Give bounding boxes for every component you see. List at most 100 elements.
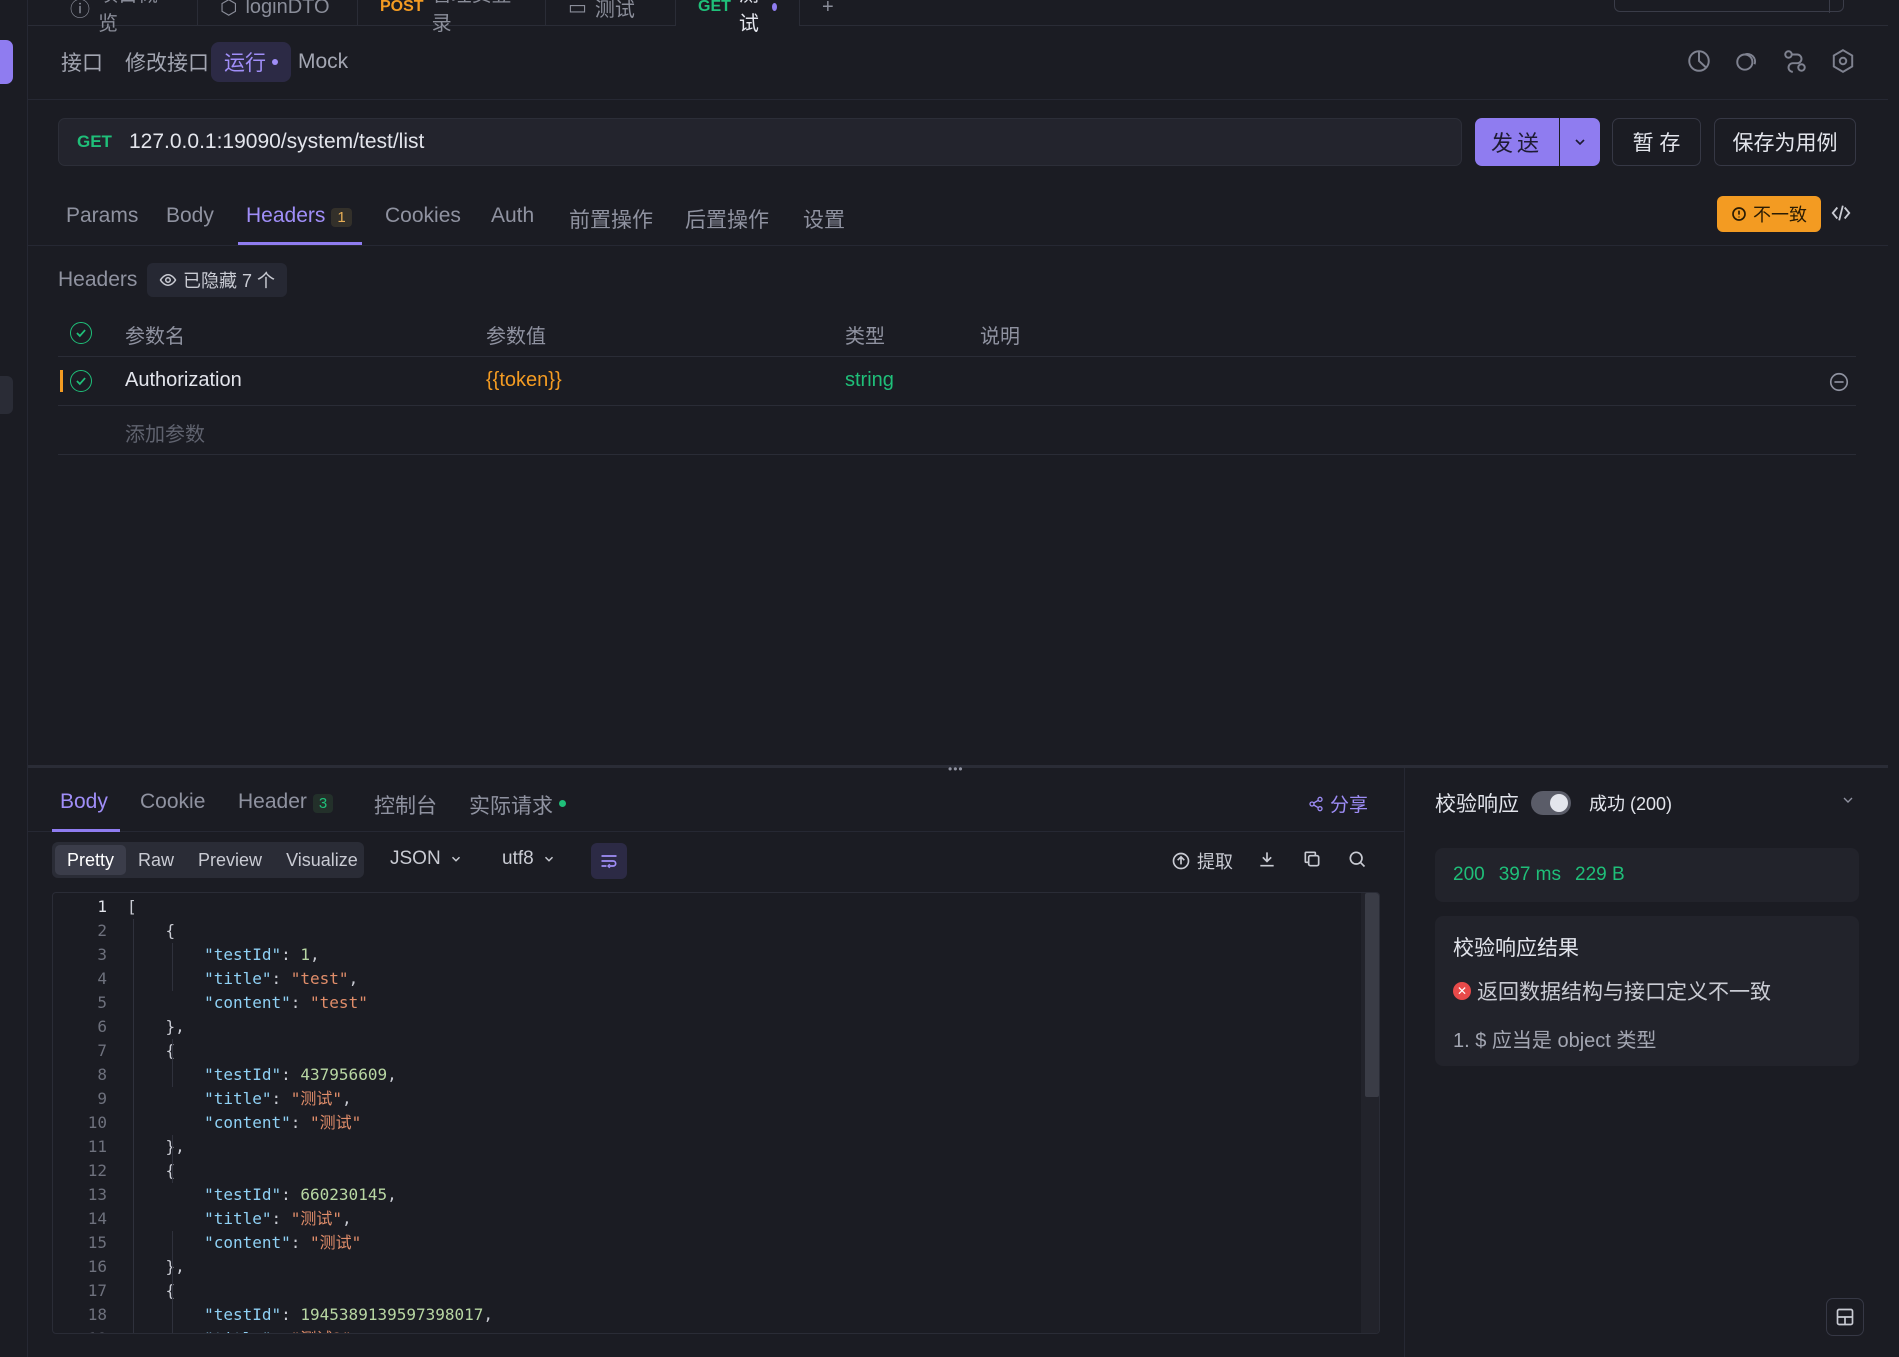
indent-guide xyxy=(172,943,173,991)
unsaved-dot xyxy=(272,59,278,65)
method-label[interactable]: GET xyxy=(77,132,129,152)
code-line: "title": "test", xyxy=(204,969,359,988)
doc-tab-admin-login[interactable]: POST管理员登录 xyxy=(358,0,546,35)
code-line: "testId": 437956609, xyxy=(204,1065,397,1084)
link-icon[interactable] xyxy=(1782,48,1810,76)
code-line: { xyxy=(127,1161,176,1180)
doc-tab-test-get[interactable]: GET测试 xyxy=(676,0,800,35)
tab-mock[interactable]: Mock xyxy=(285,42,361,82)
tab-params[interactable]: Params xyxy=(66,204,138,228)
line-number: 2 xyxy=(97,921,107,940)
sidebar-handle[interactable] xyxy=(0,376,13,414)
plus-icon: + xyxy=(822,0,834,18)
code-line: "testId": 660230145, xyxy=(204,1185,397,1204)
layout-icon xyxy=(1836,1308,1854,1326)
view-raw[interactable]: Raw xyxy=(126,845,186,875)
line-number: 19 xyxy=(53,1327,123,1333)
code-line: "title": "测试2", xyxy=(127,1327,1347,1333)
extract-button[interactable]: 提取 xyxy=(1171,848,1233,874)
share-button[interactable]: 分享 xyxy=(1308,790,1368,817)
search-icon[interactable] xyxy=(1347,849,1369,871)
line-number: 5 xyxy=(97,993,107,1012)
pie-chart-icon[interactable] xyxy=(1686,48,1714,76)
column-header-type: 类型 xyxy=(845,326,885,348)
view-preview[interactable]: Preview xyxy=(186,845,274,875)
response-body-editor[interactable]: 12345678910111213141516171819 [ { "testI… xyxy=(52,892,1380,1334)
tab-api[interactable]: 接口 xyxy=(48,42,116,82)
scrollbar-thumb[interactable] xyxy=(1365,893,1379,1097)
tab-response-body[interactable]: Body xyxy=(60,790,108,814)
column-header-name: 参数名 xyxy=(125,326,185,348)
response-time: 397 ms xyxy=(1498,864,1562,885)
code-line: { xyxy=(127,1281,176,1300)
code-line: { xyxy=(127,1041,176,1060)
code-line: "content": "测试" xyxy=(204,1113,362,1132)
download-icon[interactable] xyxy=(1257,849,1279,871)
save-temp-button[interactable]: 暂 存 xyxy=(1612,118,1701,166)
tab-edit-api[interactable]: 修改接口 xyxy=(112,42,222,82)
code-line: "content": "测试" xyxy=(204,1233,362,1252)
divider xyxy=(58,454,1856,455)
tab-headers[interactable]: Headers 1 xyxy=(246,204,352,228)
code-content[interactable]: [ { "testId": 1, "title": "test", "conte… xyxy=(127,895,1347,1333)
validation-result-title: 校验响应结果 xyxy=(1453,937,1579,960)
environment-select[interactable] xyxy=(1614,0,1844,13)
param-type-cell[interactable]: string xyxy=(845,369,894,392)
tab-run[interactable]: 运行 xyxy=(211,42,291,82)
view-pretty[interactable]: Pretty xyxy=(55,845,127,875)
tab-cookies[interactable]: Cookies xyxy=(385,204,461,228)
indent-guide xyxy=(133,919,134,1333)
code-line: "content": "test" xyxy=(204,993,368,1012)
add-param-input[interactable]: 添加参数 xyxy=(125,418,205,447)
validation-status[interactable]: 成功 (200) xyxy=(1589,790,1672,816)
save-as-case-button[interactable]: 保存为用例 xyxy=(1714,118,1856,166)
validate-toggle[interactable] xyxy=(1531,791,1571,815)
url-text[interactable]: 127.0.0.1:19090/system/test/list xyxy=(129,130,424,154)
encoding-select[interactable]: utf8 xyxy=(502,848,556,870)
sidebar-active-handle[interactable] xyxy=(0,40,13,84)
copy-shape-icon[interactable] xyxy=(1734,48,1762,76)
url-input[interactable]: GET 127.0.0.1:19090/system/test/list xyxy=(58,118,1462,166)
param-value-cell[interactable]: {{token}} xyxy=(486,369,562,392)
column-header-value: 参数值 xyxy=(486,326,546,348)
doc-tab-overview[interactable]: ⓘ项目概览 xyxy=(48,0,198,35)
tab-pre-processors[interactable]: 前置操作 xyxy=(569,204,653,234)
doc-tab-test-folder[interactable]: ▭ 测试 xyxy=(546,0,676,26)
select-all-checkbox[interactable] xyxy=(70,322,92,344)
hidden-headers-toggle[interactable]: 已隐藏 7 个 xyxy=(147,263,288,297)
tab-response-cookie[interactable]: Cookie xyxy=(140,790,205,814)
mismatch-badge[interactable]: 不一致 xyxy=(1717,196,1821,232)
tab-actual-request[interactable]: 实际请求 xyxy=(469,790,566,820)
view-mode-segmented: Pretty Raw Preview Visualize xyxy=(52,842,364,878)
divider xyxy=(1829,0,1830,13)
doc-tab-logindto[interactable]: ⬡ loginDTO xyxy=(198,0,358,26)
remove-icon[interactable] xyxy=(1828,371,1850,393)
send-button[interactable]: 发送 xyxy=(1475,118,1559,166)
line-number: 13 xyxy=(87,1185,107,1204)
row-checkbox[interactable] xyxy=(70,370,92,392)
new-tab-button[interactable]: + xyxy=(800,0,850,26)
param-name-cell[interactable]: Authorization xyxy=(125,369,242,392)
settings-icon[interactable] xyxy=(1830,48,1858,76)
format-select[interactable]: JSON xyxy=(390,848,463,870)
send-options-button[interactable] xyxy=(1560,118,1600,166)
eye-icon xyxy=(159,273,177,287)
folder-icon: ▭ xyxy=(568,0,587,19)
indent-guide xyxy=(172,1135,173,1183)
tab-auth[interactable]: Auth xyxy=(491,204,534,228)
copy-icon[interactable] xyxy=(1302,849,1324,871)
unsaved-dot xyxy=(771,3,777,11)
view-visualize[interactable]: Visualize xyxy=(274,845,370,875)
info-icon: ⓘ xyxy=(70,0,90,21)
word-wrap-button[interactable] xyxy=(591,843,627,879)
tab-response-header[interactable]: Header 3 xyxy=(238,790,334,814)
code-icon[interactable] xyxy=(1830,202,1852,224)
indent-guide xyxy=(172,1231,173,1333)
layout-toggle-button[interactable] xyxy=(1826,1298,1864,1336)
chevron-down-icon[interactable] xyxy=(1840,792,1856,808)
tab-console[interactable]: 控制台 xyxy=(374,790,437,820)
tab-body[interactable]: Body xyxy=(166,204,214,228)
header-count-badge: 3 xyxy=(312,794,334,813)
tab-settings[interactable]: 设置 xyxy=(803,204,845,234)
tab-post-processors[interactable]: 后置操作 xyxy=(685,204,769,234)
